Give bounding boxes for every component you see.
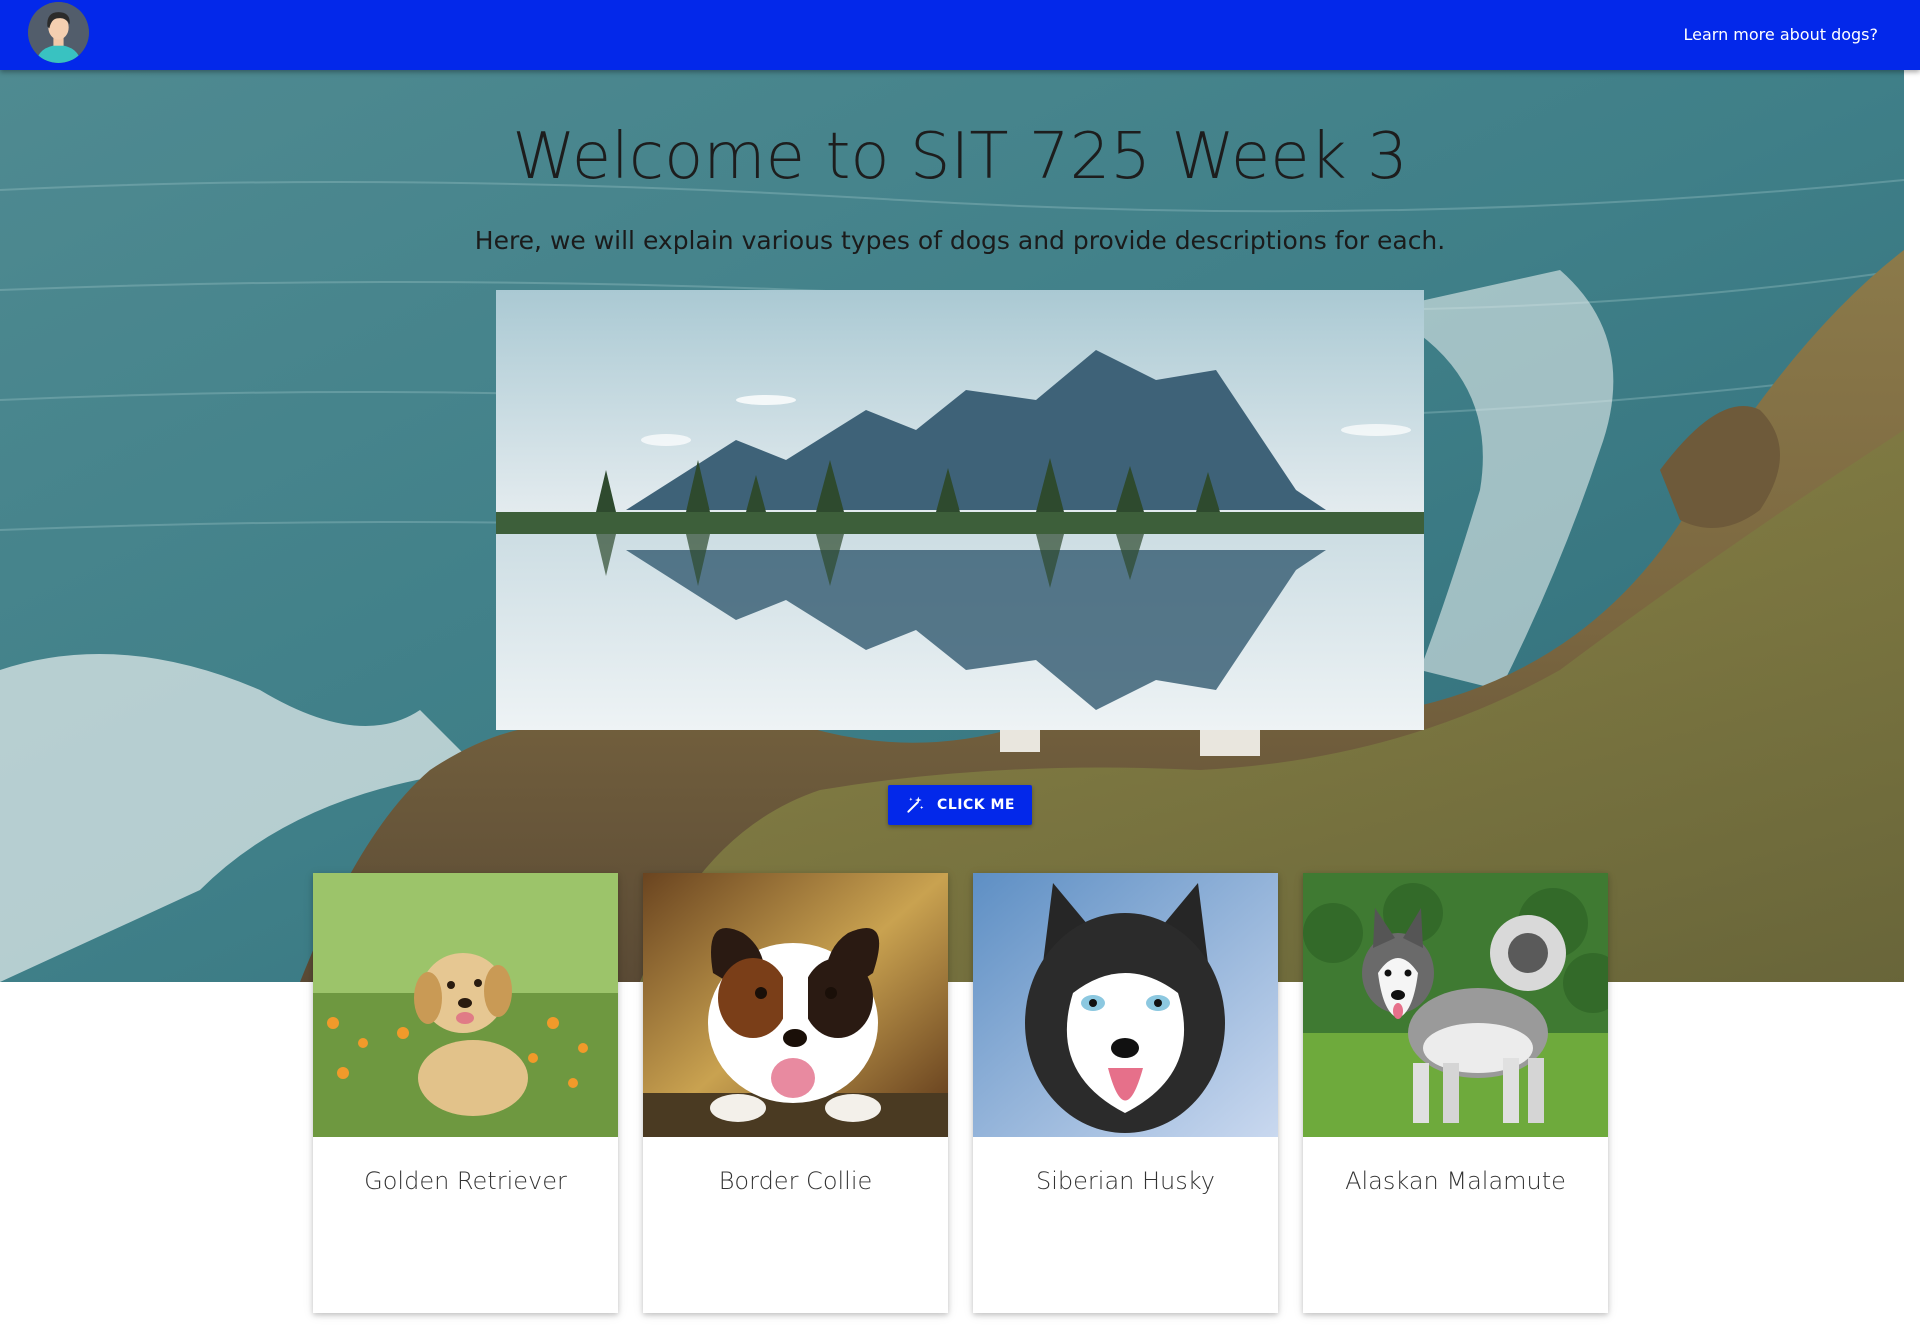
alaskan-malamute-image — [1303, 873, 1608, 1137]
mountain-lake-image — [496, 290, 1424, 730]
click-me-button[interactable]: CLICK ME — [888, 785, 1032, 825]
magic-wand-icon — [907, 796, 924, 813]
golden-retriever-image — [313, 873, 618, 1137]
user-avatar-icon[interactable] — [28, 2, 89, 63]
page-title: Welcome to SIT 725 Week 3 — [512, 120, 1408, 194]
click-me-label: CLICK ME — [937, 797, 1015, 813]
page-subtitle: Here, we will explain various types of d… — [474, 226, 1446, 255]
top-navbar: Learn more about dogs? — [0, 0, 1920, 70]
hero-section: Welcome to SIT 725 Week 3 Here, we will … — [0, 70, 1904, 982]
dog-card-alaskan-malamute[interactable]: Alaskan Malamute — [1303, 873, 1608, 1313]
card-title: Siberian Husky — [1036, 1167, 1215, 1195]
card-title: Border Collie — [718, 1167, 873, 1195]
learn-more-link[interactable]: Learn more about dogs? — [1683, 25, 1878, 44]
dog-card-border-collie[interactable]: Border Collie — [643, 873, 948, 1313]
dog-card-siberian-husky[interactable]: Siberian Husky — [973, 873, 1278, 1313]
dog-card-golden-retriever[interactable]: Golden Retriever — [313, 873, 618, 1313]
card-title: Alaskan Malamute — [1345, 1167, 1566, 1195]
siberian-husky-image — [973, 873, 1278, 1137]
card-title: Golden Retriever — [364, 1167, 567, 1195]
dog-cards-row: Golden Retriever Border Collie Siberian … — [313, 873, 1608, 1313]
border-collie-image — [643, 873, 948, 1137]
